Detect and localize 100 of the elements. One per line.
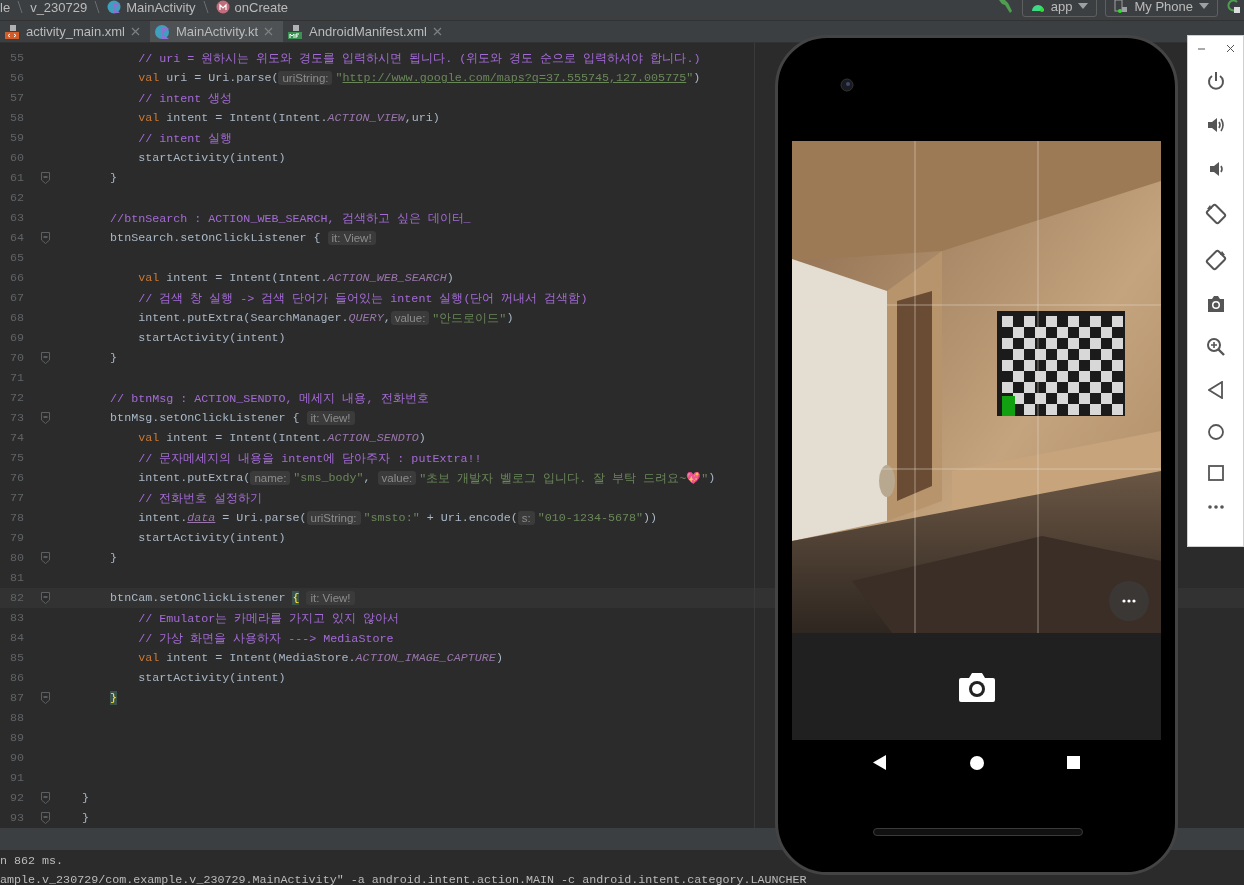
line-number: 87 <box>8 691 24 705</box>
recents-icon[interactable] <box>1066 756 1080 769</box>
line-number: 90 <box>8 751 24 765</box>
code-line: // 문자메세지의 내용을 intent에 담아주자 : putExtra!! <box>137 450 482 466</box>
editor-tab[interactable]: activity_main.xml <box>0 21 150 42</box>
code-line: // 전화번호 설정하기 <box>137 490 263 506</box>
caret-icon <box>1078 2 1089 10</box>
fold-marker-icon[interactable] <box>41 412 50 424</box>
rotate-left-icon[interactable] <box>1204 203 1227 225</box>
zoom-icon[interactable] <box>1205 337 1226 357</box>
line-number: 65 <box>8 251 24 265</box>
code-line: btnSearch.setOnClickListener { it: View! <box>54 231 379 245</box>
line-number: 73 <box>8 411 24 425</box>
code-line: } <box>109 351 118 365</box>
code-line: btnCam.setOnClickListener { it: View! <box>54 591 358 605</box>
code-line: //btnSearch : ACTION_WEB_SEARCH, 검색하고 싶은 데이터_ <box>109 210 471 226</box>
back-icon[interactable] <box>1207 381 1224 399</box>
line-number: 67 <box>8 291 24 305</box>
caret-icon <box>1199 2 1209 10</box>
fold-marker-icon[interactable] <box>41 552 50 564</box>
fold-marker-icon[interactable] <box>41 812 50 824</box>
line-number: 89 <box>8 731 24 745</box>
fold-marker-icon[interactable] <box>41 352 50 364</box>
fold-marker-icon[interactable] <box>41 172 50 184</box>
code-line: intent.putExtra(SearchManager.QUERY, value: "안드로이드") <box>137 310 514 326</box>
line-number: 93 <box>8 811 24 825</box>
home-icon[interactable] <box>970 755 984 770</box>
code-line: // 검색 창 실행 -> 검색 단어가 들어있는 intent 실행(단어 꺼내서 검색함) <box>137 290 588 306</box>
code-line: // Emulator는 카메라를 가지고 있지 않아서 <box>137 610 400 626</box>
code-line: val intent = Intent(Intent.ACTION_SENDTO) <box>137 431 426 445</box>
home-icon[interactable] <box>1206 423 1225 441</box>
editor-tab[interactable]: MainActivity.kt <box>149 21 284 42</box>
breadcrumb-item[interactable]: MainActivity <box>126 0 196 15</box>
line-number: 68 <box>8 311 24 325</box>
code-line: } <box>81 791 90 805</box>
line-number: 70 <box>8 351 24 365</box>
power-icon[interactable] <box>1205 71 1226 91</box>
code-line: val intent = Intent(Intent.ACTION_WEB_SEARCH) <box>137 271 454 285</box>
back-icon[interactable] <box>873 755 888 770</box>
line-number: 91 <box>8 771 24 785</box>
line-number: 64 <box>8 231 24 245</box>
line-number: 78 <box>8 511 24 525</box>
line-number: 60 <box>8 151 24 165</box>
code-line: val uri = Uri.parse( uriString: "http://www.google.com/maps?q=37.555745,127.005775") <box>137 71 701 85</box>
line-number: 57 <box>8 91 24 105</box>
phone-icon <box>1114 0 1129 13</box>
layout-file-icon <box>4 23 20 40</box>
more-icon[interactable] <box>1207 505 1224 509</box>
line-number: 88 <box>8 711 24 725</box>
line-number: 59 <box>8 131 24 145</box>
speaker-grille-icon <box>873 828 1083 836</box>
fold-marker-icon[interactable] <box>41 792 50 804</box>
code-line: val intent = Intent(MediaStore.ACTION_IMAGE_CAPTURE) <box>137 651 503 665</box>
fold-marker-icon[interactable] <box>41 232 50 244</box>
volume-up-icon[interactable] <box>1205 115 1226 135</box>
log-line: ample.v_230729/com.example.v_230729.MainActivity" -a android.intent.action.MAIN -c android.intent.category.LAUNCHER <box>0 872 808 885</box>
manifest-file-icon <box>287 23 304 40</box>
rotate-right-icon[interactable] <box>1204 249 1227 271</box>
editor-tab[interactable]: AndroidManifest.xml <box>283 21 452 42</box>
line-number: 76 <box>8 471 24 485</box>
line-number: 75 <box>8 451 24 465</box>
method-icon <box>215 0 230 14</box>
fold-marker-icon[interactable] <box>41 592 50 604</box>
code-line: startActivity(intent) <box>137 151 286 165</box>
shutter-camera-icon[interactable] <box>957 670 996 703</box>
kotlin-class-icon <box>107 0 122 14</box>
code-line: // uri = 원하시는 위도와 경도를 입력하시면 됩니다. (위도와 경도 순으로 입력하셔야 합니다.) <box>137 50 701 66</box>
line-number: 55 <box>8 51 24 65</box>
overview-icon[interactable] <box>1207 465 1224 481</box>
breadcrumb-item[interactable]: onCreate <box>234 0 289 15</box>
log-line: n 862 ms. <box>0 853 65 870</box>
line-number: 84 <box>8 631 24 645</box>
camera-icon[interactable] <box>1205 295 1226 313</box>
kotlin-class-icon <box>153 23 170 40</box>
line-number: 77 <box>8 491 24 505</box>
device-dropdown[interactable]: My Phone <box>1105 0 1218 17</box>
code-line: } <box>81 811 90 825</box>
apply-changes-icon[interactable] <box>1226 0 1240 14</box>
code-line: } <box>109 171 118 185</box>
line-number: 69 <box>8 331 24 345</box>
line-number: 85 <box>8 651 24 665</box>
line-number: 61 <box>8 171 24 185</box>
code-line: // intent 생성 <box>137 90 233 106</box>
run-configuration-dropdown[interactable]: app <box>1021 0 1098 17</box>
line-number: 92 <box>8 791 24 805</box>
code-line: // intent 실행 <box>137 130 233 146</box>
close-icon[interactable] <box>1225 44 1235 53</box>
code-line: intent.data = Uri.parse( uriString: "smsto:" + Uri.encode( s: "010-1234-5678")) <box>137 511 658 525</box>
code-line: intent.putExtra( name: "sms_body", value: "초보 개발자 벨로그 입니다. 잘 부탁 드려요~💖") <box>137 470 716 486</box>
line-number: 56 <box>8 71 24 85</box>
line-number: 74 <box>8 431 24 445</box>
line-number: 72 <box>8 391 24 405</box>
front-camera-icon <box>840 78 854 92</box>
fold-marker-icon[interactable] <box>41 692 50 704</box>
code-line: startActivity(intent) <box>137 331 286 345</box>
code-line: // btnMsg : ACTION_SENDTO, 메세지 내용, 전화번호 <box>109 390 429 406</box>
code-line: } <box>109 551 118 565</box>
code-line: btnMsg.setOnClickListener { it: View! <box>54 411 358 425</box>
breadcrumb-item[interactable]: le <box>0 0 11 15</box>
breadcrumb-item[interactable]: v_230729 <box>30 0 88 15</box>
